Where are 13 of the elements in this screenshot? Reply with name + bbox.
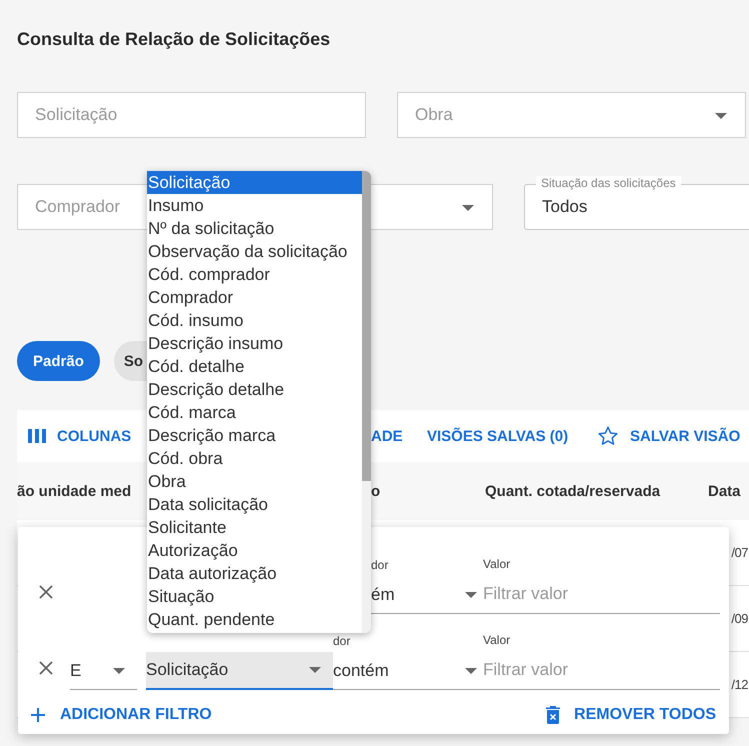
field-label: Valor <box>483 633 512 647</box>
column-header: o <box>371 482 382 500</box>
column-header: Data <box>708 482 742 500</box>
table-cell: /09 <box>731 611 749 626</box>
field-label: dor <box>333 634 352 648</box>
field-label: Valor <box>483 557 512 571</box>
field-label: dor <box>370 558 390 572</box>
table-cell: /07 <box>731 545 749 560</box>
page-title: Consulta de Relação de Solicitações <box>16 28 332 50</box>
table-cell: /12 <box>731 677 749 692</box>
column-header: ão unidade med <box>17 482 132 500</box>
column-header: Quant. cotada/reservada <box>485 482 662 500</box>
field-label: Situação das solicitações <box>536 176 681 191</box>
